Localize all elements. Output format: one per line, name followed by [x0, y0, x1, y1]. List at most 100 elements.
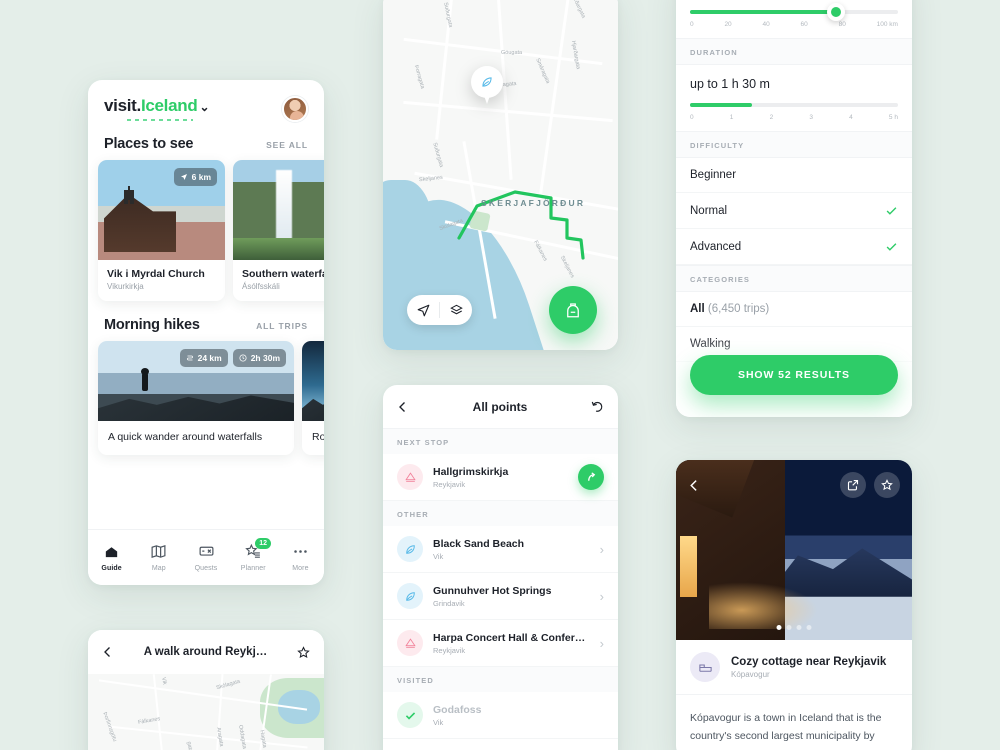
reset-icon[interactable] — [591, 400, 604, 413]
tab-label: Map — [151, 565, 166, 572]
hike-name: Ro — [312, 431, 324, 443]
chevron-right-icon[interactable]: › — [600, 636, 604, 651]
tick: 1 — [729, 114, 734, 121]
place-meta: Southern waterfall Ásólfsskáli — [233, 260, 324, 301]
place-image — [233, 160, 324, 260]
walk-map[interactable]: Vik Skólagata Fálkanes Þorfinnsgötu Arag… — [88, 674, 324, 750]
difficulty-option-beginner[interactable]: Beginner — [676, 158, 912, 193]
tab-planner[interactable]: 12 Planner — [230, 538, 277, 572]
slider-knob[interactable] — [826, 3, 845, 21]
hike-card[interactable]: Ro — [302, 341, 324, 455]
tab-map[interactable]: Map — [135, 543, 182, 572]
share-button[interactable] — [840, 472, 866, 498]
list-item-text: Gunnuhver Hot Springs Grindavik — [433, 585, 590, 608]
locate-button[interactable] — [407, 304, 439, 317]
place-name: Vik i Myrdal Church — [107, 268, 205, 280]
brand-prefix: visit. — [104, 96, 141, 115]
list-item-text: Harpa Concert Hall & Confer… Reykjavik — [433, 632, 590, 655]
share-icon — [847, 479, 859, 491]
place-card[interactable]: 6 km Vik i Myrdal Church Vikurkirkja — [98, 160, 225, 301]
list-item-text: Hallgrimskirkja Reykjavik — [433, 466, 568, 489]
map-canvas[interactable]: Starhagi Suðurgata Göugata borragata Njö… — [383, 0, 618, 350]
chevron-left-icon[interactable] — [397, 401, 409, 413]
tick: 2 — [769, 114, 774, 121]
distance-slider[interactable] — [690, 3, 898, 21]
tab-guide[interactable]: Guide — [88, 543, 135, 572]
see-all-link[interactable]: SEE ALL — [266, 140, 308, 150]
hikes-carousel[interactable]: 24 km 2h 30m A quick wander around water… — [88, 341, 324, 455]
distance-badge: 6 km — [173, 168, 217, 186]
go-button[interactable] — [578, 464, 604, 490]
map-area-label: SKERJAFJÖRÐUR — [481, 198, 586, 208]
list-item[interactable]: Godafoss Vik — [383, 692, 618, 739]
avatar[interactable] — [282, 96, 308, 122]
map-street-label: Suðurgata — [431, 141, 445, 169]
chevron-right-icon[interactable]: › — [600, 542, 604, 557]
filters-panel: 0 – 70 km 0 20 40 60 80 100 km DURATION … — [676, 0, 912, 417]
favorite-button[interactable] — [874, 472, 900, 498]
map-controls[interactable] — [407, 295, 472, 325]
tick: 5 h — [888, 114, 898, 121]
screen-root: visit.Iceland ⌄ Places to see SEE ALL 6 k… — [0, 0, 1000, 750]
hike-image: 24 km 2h 30m — [98, 341, 294, 421]
chevron-left-icon[interactable] — [688, 479, 701, 492]
backpack-fab-button[interactable] — [549, 286, 597, 334]
group-header-categories: CATEGORIES — [676, 265, 912, 292]
place-card[interactable]: Southern waterfall Ásólfsskáli — [233, 160, 324, 301]
navigate-icon — [180, 174, 187, 180]
category-option-all[interactable]: All (6,450 trips) — [676, 292, 912, 327]
all-points-panel: All points NEXT STOP Hallgrimskirkja Rey… — [383, 385, 618, 750]
bed-icon — [690, 652, 720, 682]
guide-phone-panel: visit.Iceland ⌄ Places to see SEE ALL 6 k… — [88, 80, 324, 585]
point-name: Godafoss — [433, 703, 482, 716]
carousel-dot[interactable] — [786, 625, 792, 630]
walk-detail-panel: A walk around Reykj… Vik Skólagata Fálka… — [88, 630, 324, 750]
bottom-tab-bar: Guide Map Quests 12 Planner More — [88, 529, 324, 585]
clock-icon — [239, 354, 247, 362]
group-header-other: OTHER — [383, 501, 618, 526]
cottage-description: Kópavogur is a town in Iceland that is t… — [690, 712, 882, 743]
tab-label: Planner — [240, 565, 266, 572]
show-results-button[interactable]: SHOW 52 RESULTS — [690, 355, 898, 395]
tick: 20 — [724, 21, 732, 28]
place-sub: Ásólfsskáli — [242, 282, 280, 291]
difficulty-option-normal[interactable]: Normal — [676, 193, 912, 229]
carousel-dot[interactable] — [776, 625, 782, 630]
hiker-silhouette — [141, 368, 149, 391]
point-sub: Vik — [433, 717, 444, 727]
tab-more[interactable]: More — [277, 543, 324, 572]
list-item[interactable]: Harpa Concert Hall & Confer… Reykjavik › — [383, 620, 618, 667]
chevron-right-icon[interactable]: › — [600, 589, 604, 604]
duration-value: up to 1 h 30 m — [690, 77, 770, 91]
chevron-left-icon[interactable] — [102, 646, 114, 658]
star-icon[interactable] — [297, 645, 310, 659]
tab-quests[interactable]: Quests — [182, 543, 229, 572]
brand-accent: Iceland — [140, 96, 198, 115]
all-points-header: All points — [383, 385, 618, 429]
carousel-dot[interactable] — [796, 625, 802, 630]
option-label: Advanced — [690, 240, 742, 253]
map-panel[interactable]: Starhagi Suðurgata Göugata borragata Njö… — [383, 0, 618, 350]
brand-block[interactable]: visit.Iceland ⌄ — [104, 96, 209, 121]
church-icon — [397, 464, 423, 490]
chevron-down-icon[interactable]: ⌄ — [199, 100, 209, 114]
slider-fill — [690, 10, 836, 14]
carousel-dot[interactable] — [806, 625, 812, 630]
list-item[interactable]: Hallgrimskirkja Reykjavik — [383, 454, 618, 501]
sea-area — [383, 180, 433, 300]
tab-label: More — [292, 565, 309, 572]
places-carousel[interactable]: 6 km Vik i Myrdal Church Vikurkirkja Sou… — [88, 160, 324, 301]
map-street-label: Oddagata — [237, 724, 248, 750]
difficulty-option-advanced[interactable]: Advanced — [676, 229, 912, 265]
list-item[interactable]: Black Sand Beach Vik › — [383, 526, 618, 573]
carousel-dots[interactable] — [776, 625, 812, 630]
layers-button[interactable] — [440, 304, 472, 317]
list-item[interactable]: Gunnuhver Hot Springs Grindavik › — [383, 573, 618, 620]
duration-slider[interactable] — [690, 103, 898, 107]
hike-card[interactable]: 24 km 2h 30m A quick wander around water… — [98, 341, 294, 455]
all-trips-link[interactable]: ALL TRIPS — [256, 321, 308, 331]
point-sub: Reykjavik — [433, 645, 466, 655]
tab-label: Quests — [194, 565, 218, 572]
category-name: All — [690, 303, 705, 315]
leaf-pin-icon[interactable] — [471, 66, 503, 106]
